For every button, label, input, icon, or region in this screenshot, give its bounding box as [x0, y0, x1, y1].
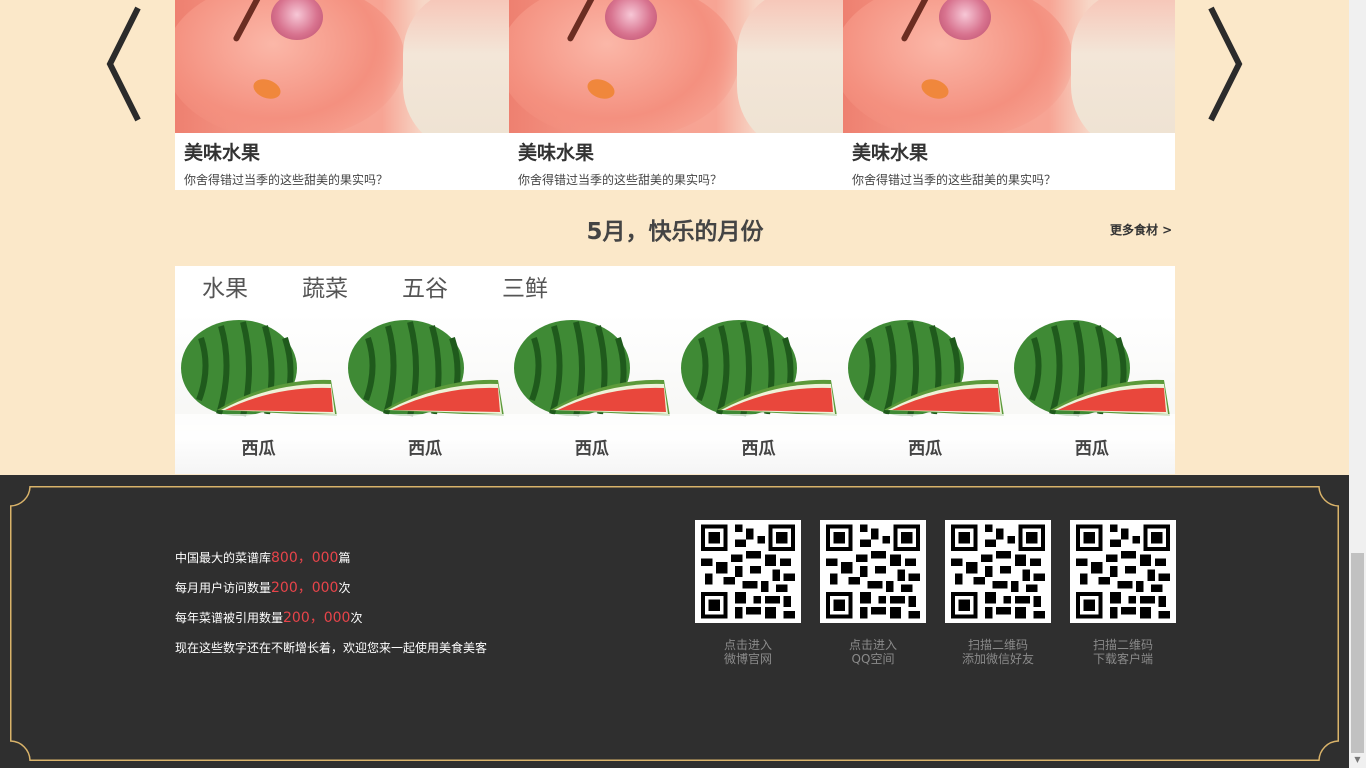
ingredients-panel: 水果 蔬菜 五谷 三鲜 西瓜 西瓜 西瓜 西瓜 西瓜 西瓜: [175, 266, 1176, 474]
watermelon-image: [347, 320, 504, 417]
carousel-next-button[interactable]: [1203, 6, 1247, 122]
ingredient-item[interactable]: 西瓜: [508, 314, 676, 474]
card-description: 你舍得错过当季的这些甜美的果实吗？: [518, 173, 723, 187]
watermelon-image: [514, 320, 671, 417]
ingredient-item[interactable]: 西瓜: [1008, 314, 1176, 474]
stat-recipes: 中国最大的菜谱库800，000篇: [175, 550, 351, 566]
watermelon-image: [1014, 320, 1171, 417]
qr-caption: 点击进入 QQ空间: [848, 638, 897, 666]
qr-caption: 点击进入 微博官网: [723, 638, 772, 666]
watermelon-image: [181, 320, 337, 417]
tab-seafood[interactable]: 三鲜: [502, 274, 602, 304]
ingredient-label: 西瓜: [341, 414, 509, 474]
recipe-card[interactable]: 美味水果 你舍得错过当季的这些甜美的果实吗？: [509, 0, 843, 190]
qr-app-download[interactable]: 扫描二维码 下载客户端: [1070, 520, 1176, 666]
tab-grain[interactable]: 五谷: [402, 274, 502, 304]
tab-vegetable[interactable]: 蔬菜: [302, 274, 402, 304]
scroll-down-arrow-icon[interactable]: ▼: [1349, 752, 1366, 768]
more-ingredients-link[interactable]: 更多食材 >: [1110, 221, 1172, 238]
ingredient-label: 西瓜: [1008, 414, 1176, 474]
qr-code-icon: [945, 520, 1051, 623]
watermelon-image: [681, 320, 838, 417]
category-tabs: 水果 蔬菜 五谷 三鲜: [202, 274, 602, 304]
scrollbar-thumb[interactable]: [1351, 553, 1364, 753]
dessert-image: [509, 0, 843, 133]
stat-monthly-visits: 每月用户访问数量200，000次: [175, 580, 351, 596]
left-chevron-icon: [106, 6, 141, 122]
qr-caption: 扫描二维码 下载客户端: [1092, 638, 1153, 666]
right-chevron-icon: [1208, 6, 1243, 122]
ingredient-item[interactable]: 西瓜: [175, 314, 342, 474]
stat-number: 200，000: [271, 580, 339, 596]
carousel-cards: 美味水果 你舍得错过当季的这些甜美的果实吗？ 美味水果 你舍得错过当季的这些甜美…: [175, 0, 1175, 190]
qr-caption: 扫描二维码 添加微信好友: [961, 638, 1034, 666]
recipe-card[interactable]: 美味水果 你舍得错过当季的这些甜美的果实吗？: [175, 0, 509, 190]
qr-qzone[interactable]: 点击进入 QQ空间: [820, 520, 926, 666]
qr-code-icon: [820, 520, 926, 623]
card-title: 美味水果: [518, 142, 595, 164]
ingredient-item[interactable]: 西瓜: [841, 314, 1009, 474]
ingredient-item[interactable]: 西瓜: [675, 314, 842, 474]
stat-number: 200，000: [283, 610, 351, 626]
ingredient-label: 西瓜: [175, 414, 342, 474]
recipe-card[interactable]: 美味水果 你舍得错过当季的这些甜美的果实吗？: [843, 0, 1175, 190]
stat-number: 800，000: [271, 550, 339, 566]
watermelon-image: [847, 320, 1004, 417]
site-stats: 中国最大的菜谱库800，000篇 每月用户访问数量200，000次 每年菜谱被引…: [175, 549, 487, 669]
ingredient-label: 西瓜: [675, 414, 842, 474]
card-description: 你舍得错过当季的这些甜美的果实吗？: [184, 173, 389, 187]
ingredient-label: 西瓜: [841, 414, 1009, 474]
carousel-prev-button[interactable]: [104, 6, 148, 122]
ingredient-label: 西瓜: [508, 414, 676, 474]
tab-fruit[interactable]: 水果: [202, 274, 302, 304]
dessert-image: [175, 0, 509, 133]
qr-wechat[interactable]: 扫描二维码 添加微信好友: [945, 520, 1051, 666]
qr-code-icon: [1070, 520, 1176, 623]
qr-weibo[interactable]: 点击进入 微博官网: [695, 520, 801, 666]
ingredient-item[interactable]: 西瓜: [341, 314, 509, 474]
qr-code-icon: [695, 520, 801, 623]
site-footer: 中国最大的菜谱库800，000篇 每月用户访问数量200，000次 每年菜谱被引…: [0, 475, 1349, 768]
dessert-image: [843, 0, 1175, 133]
card-title: 美味水果: [852, 142, 929, 164]
card-title: 美味水果: [184, 142, 261, 164]
ingredient-list: 西瓜 西瓜 西瓜 西瓜 西瓜 西瓜: [175, 314, 1176, 474]
card-description: 你舍得错过当季的这些甜美的果实吗？: [852, 173, 1057, 187]
stat-yearly-citations: 每年菜谱被引用数量200，000次: [175, 610, 363, 626]
footer-tagline: 现在这些数字还在不断增长着，欢迎您来一起使用美食美客: [175, 641, 488, 655]
section-title: 5月，快乐的月份: [586, 219, 764, 245]
